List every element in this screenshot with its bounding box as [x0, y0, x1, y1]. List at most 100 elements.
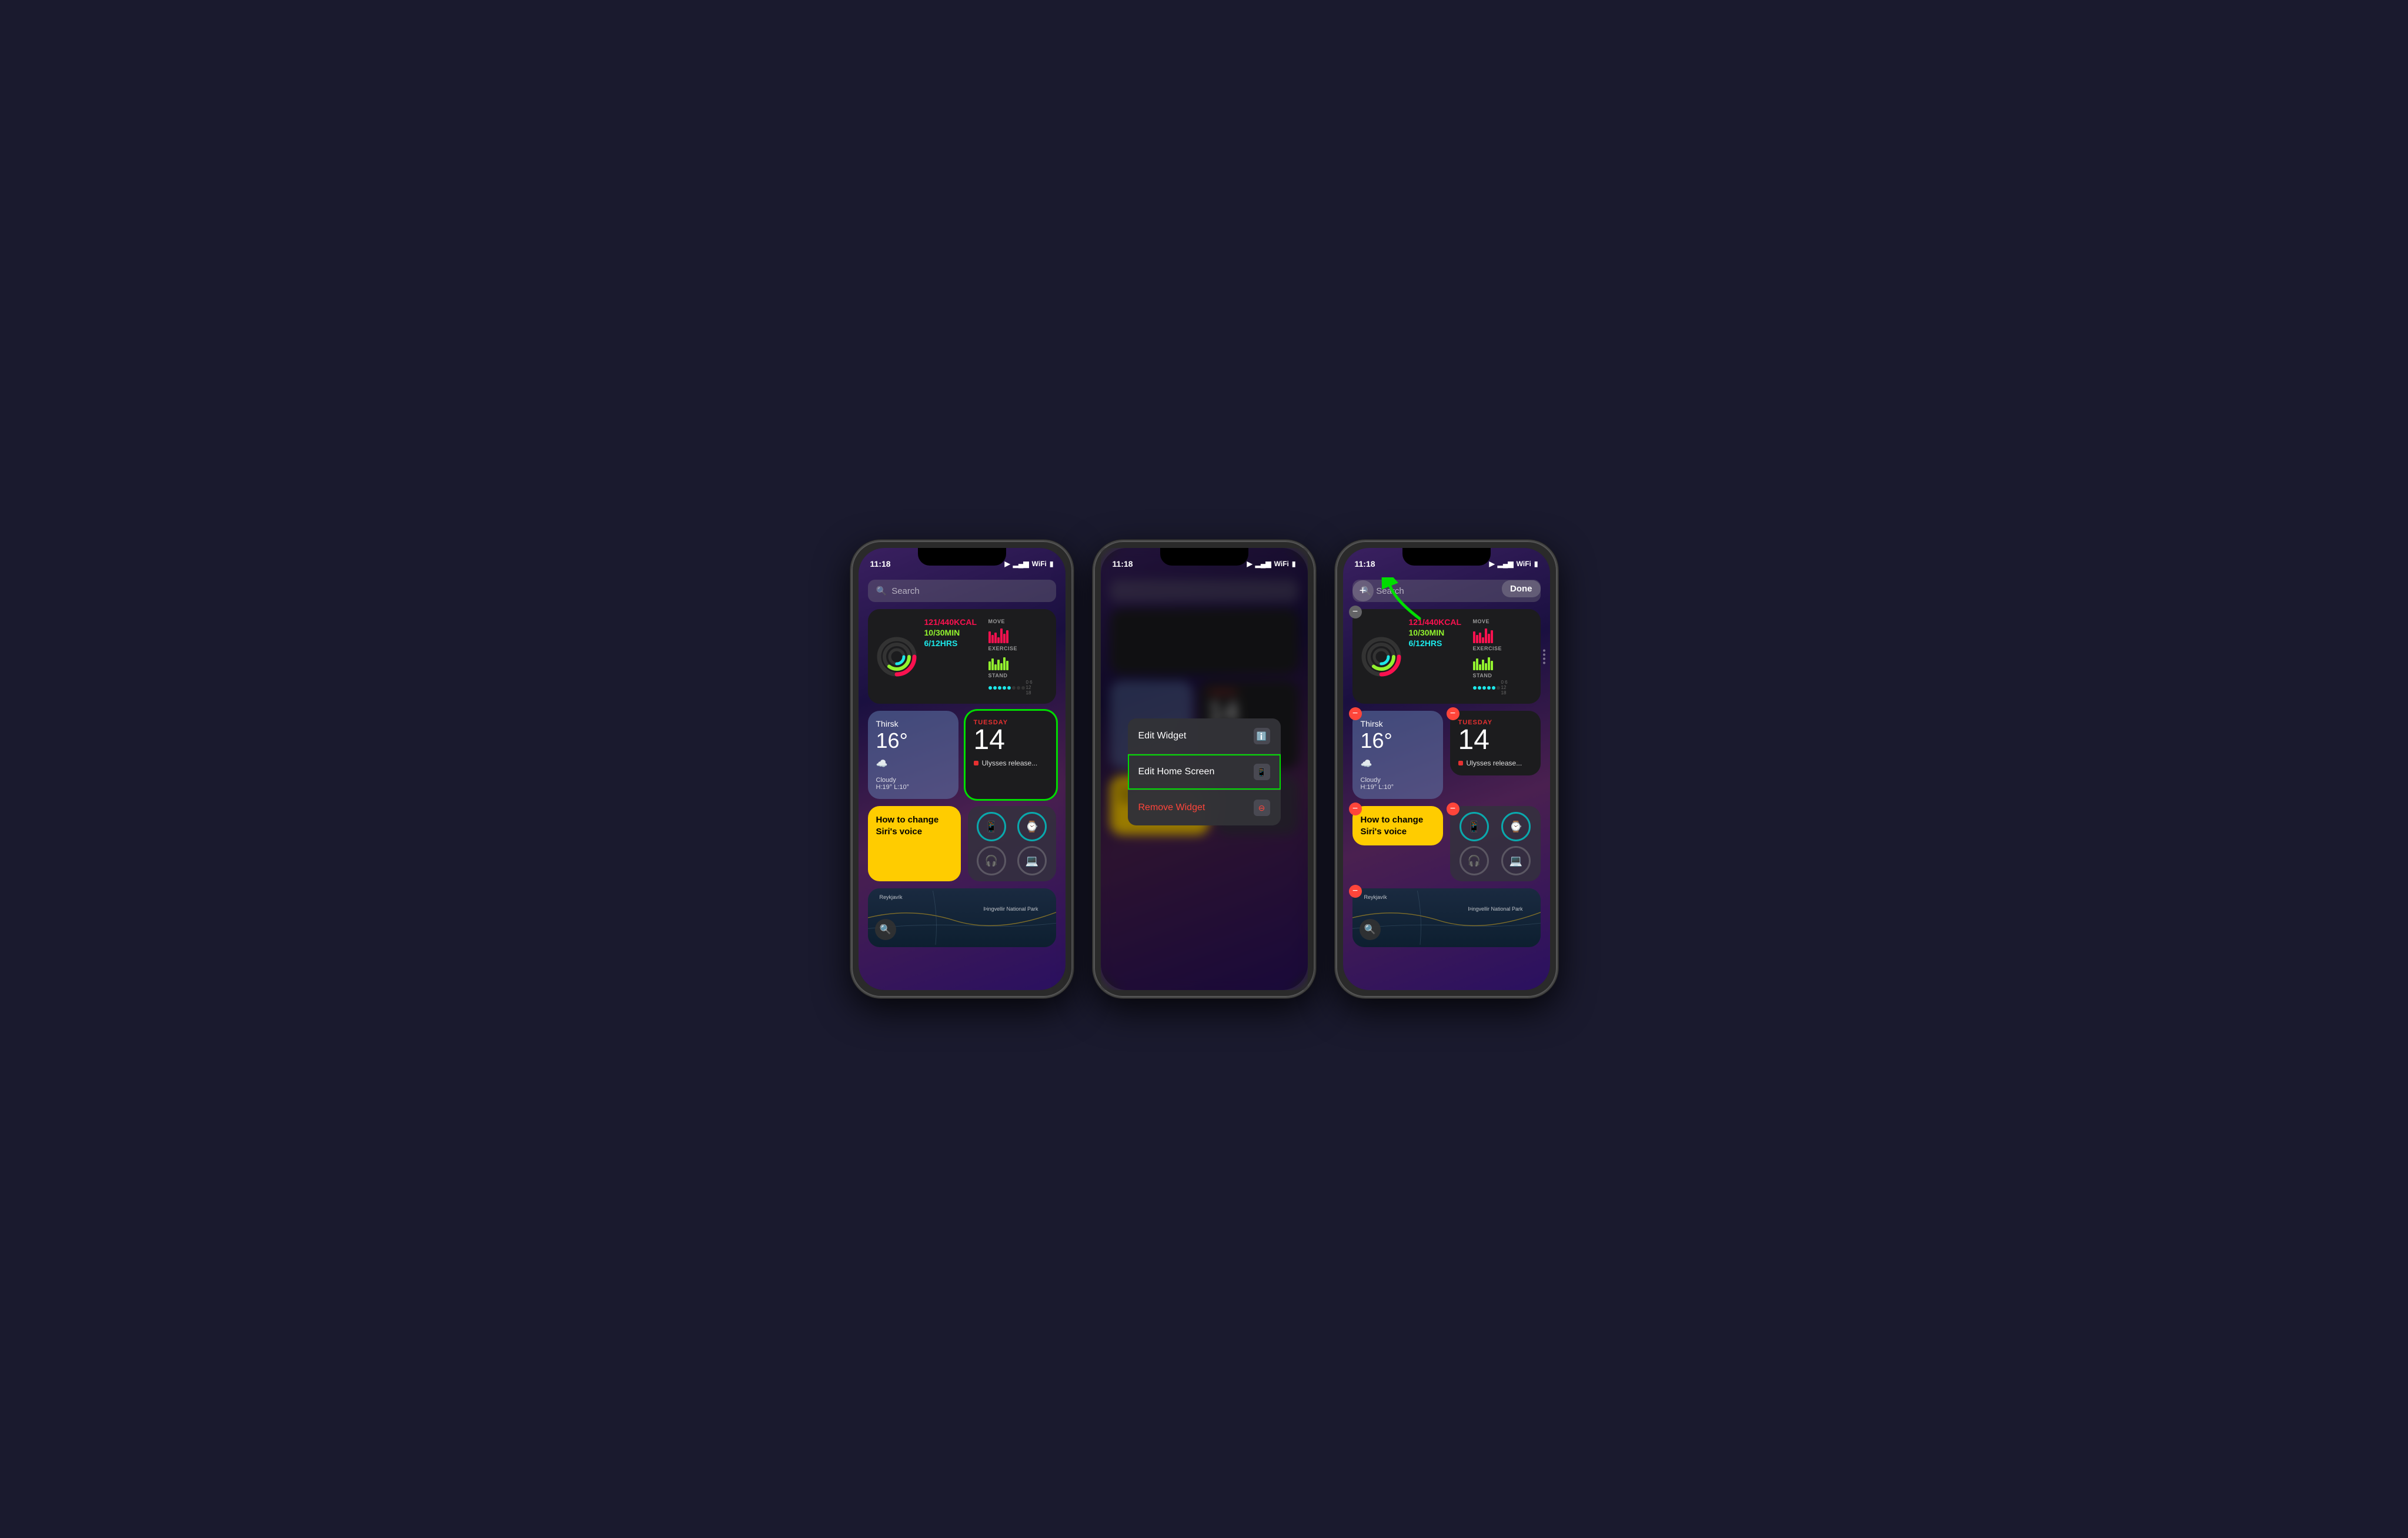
- devices-widget[interactable]: 📱 ⌚ 🎧 💻: [968, 806, 1056, 881]
- bottom-widgets-row-3: − How to change Siri's voice − 📱 ⌚: [1352, 806, 1541, 881]
- search-bar-icon: 🔍: [876, 586, 887, 596]
- weather-remove-badge[interactable]: −: [1349, 707, 1362, 720]
- move-label-3: MOVE: [1473, 618, 1532, 624]
- calendar-widget-phone1[interactable]: TUESDAY 14 Ulysses release...: [966, 711, 1056, 799]
- exercise-chart: [988, 653, 1048, 670]
- mac-circle: 💻: [1017, 846, 1047, 875]
- map-search-button[interactable]: 🔍: [875, 919, 896, 940]
- map-label-city: Reykjavík: [880, 894, 903, 900]
- status-time-3: 11:18: [1355, 559, 1375, 569]
- middle-widgets-row: Thirsk 16° ☁️ Cloudy H:19° L:10° TUESDAY…: [868, 711, 1056, 799]
- plus-button[interactable]: +: [1352, 580, 1374, 601]
- status-icons-2: ▶ ▂▄▆ WiFi ▮: [1247, 560, 1295, 568]
- devices-widget-3[interactable]: 📱 ⌚ 🎧 💻: [1450, 806, 1541, 881]
- devices-remove-badge[interactable]: −: [1447, 803, 1460, 815]
- notch-3: [1402, 548, 1491, 566]
- shortcuts-widget[interactable]: How to change Siri's voice: [868, 806, 961, 881]
- activity-widget[interactable]: 121/440KCAL 10/30MIN 6/12HRS MOVE: [868, 609, 1056, 704]
- notch: [918, 548, 1006, 566]
- shortcuts-wrapper-3: − How to change Siri's voice: [1352, 806, 1443, 881]
- calendar-widget-3[interactable]: TUESDAY 14 Ulysses release...: [1450, 711, 1541, 775]
- battery-icon-2: ▮: [1292, 560, 1296, 568]
- status-icons-3: ▶ ▂▄▆ WiFi ▮: [1489, 560, 1538, 568]
- remove-widget-item[interactable]: Remove Widget ⊖: [1128, 790, 1281, 825]
- exercise-chart-3: [1473, 653, 1532, 670]
- stand-dots-3: 0 6 12 18: [1473, 680, 1532, 696]
- cal-event: Ulysses release...: [974, 759, 1048, 767]
- wifi-icon-2: WiFi: [1274, 560, 1289, 568]
- devices-wrapper-3: − 📱 ⌚ 🎧 💻: [1450, 806, 1541, 881]
- cal-event-text-3: Ulysses release...: [1467, 759, 1522, 767]
- context-menu: Edit Widget ℹ️ Edit Home Screen 📱 Remove…: [1128, 718, 1281, 825]
- bottom-widgets-row: How to change Siri's voice 📱 ⌚ 🎧: [868, 806, 1056, 881]
- weather-range-3: H:19° L:10°: [1361, 784, 1435, 791]
- map-label-park: Þingvellir National Park: [983, 906, 1038, 912]
- battery-icon-3: ▮: [1534, 560, 1538, 568]
- map-widget-3[interactable]: Reykjavík Þingvellir National Park 🔍: [1352, 888, 1541, 947]
- device-watch: ⌚: [1014, 812, 1050, 841]
- phone-1: 11:18 ▶ ▂▄▆ WiFi ▮ 🔍 Search: [850, 540, 1074, 998]
- weather-icon-area: ☁️: [876, 758, 950, 770]
- activity-rings-3: [1361, 636, 1402, 677]
- wifi-icon: WiFi: [1032, 560, 1047, 568]
- move-value: 121/440KCAL: [924, 617, 984, 627]
- map-widget[interactable]: Reykjavík Þingvellir National Park 🔍: [868, 888, 1056, 947]
- activity-stats-3: 121/440KCAL 10/30MIN 6/12HRS MOVE: [1409, 617, 1532, 696]
- stand-label: STAND: [988, 673, 1048, 678]
- location-icon: ▶: [1004, 560, 1010, 568]
- phone-3-screen: 11:18 ▶ ▂▄▆ WiFi ▮ + Done: [1343, 548, 1550, 990]
- device-watch-3: ⌚: [1498, 812, 1535, 841]
- rings-svg-3: [1361, 636, 1402, 677]
- map-remove-badge[interactable]: −: [1349, 885, 1362, 898]
- exercise-value: 10/30MIN: [924, 628, 984, 637]
- map-search-button-3[interactable]: 🔍: [1360, 919, 1381, 940]
- signal-bars-3: ▂▄▆: [1498, 560, 1514, 568]
- stand-value-3: 6/12HRS: [1409, 638, 1468, 648]
- weather-icon-3: ☁️: [1361, 758, 1435, 770]
- device-airpods: 🎧: [974, 846, 1010, 875]
- middle-widgets-row-3: − Thirsk 16° ☁️ Cloudy H:19° L:10° − TUE…: [1352, 711, 1541, 799]
- phone-2-frame: 11:18 ▶ ▂▄▆ WiFi ▮ TUESDAY 14: [1093, 540, 1316, 998]
- status-time: 11:18: [870, 559, 891, 569]
- search-bar[interactable]: 🔍 Search: [868, 580, 1056, 602]
- phone-2: 11:18 ▶ ▂▄▆ WiFi ▮ TUESDAY 14: [1093, 540, 1316, 998]
- device-airpods-3: 🎧: [1456, 846, 1493, 875]
- wifi-icon-3: WiFi: [1517, 560, 1531, 568]
- location-icon-3: ▶: [1489, 560, 1494, 568]
- edit-homescreen-item[interactable]: Edit Home Screen 📱: [1128, 754, 1281, 790]
- weather-widget-3[interactable]: Thirsk 16° ☁️ Cloudy H:19° L:10°: [1352, 711, 1443, 799]
- weather-range: H:19° L:10°: [876, 784, 950, 791]
- status-time-2: 11:18: [1113, 559, 1133, 569]
- mac-circle-3: 💻: [1501, 846, 1531, 875]
- edit-widget-label: Edit Widget: [1138, 731, 1187, 741]
- watch-circle: ⌚: [1017, 812, 1047, 841]
- watch-circle-3: ⌚: [1501, 812, 1531, 841]
- activity-remove-badge[interactable]: −: [1349, 606, 1362, 618]
- map-wrapper-3: − Reykjavík Þingvellir National Park 🔍: [1352, 888, 1541, 947]
- search-bar-placeholder: Search: [891, 586, 920, 596]
- weather-widget[interactable]: Thirsk 16° ☁️ Cloudy H:19° L:10°: [868, 711, 958, 799]
- weather-wrapper-3: − Thirsk 16° ☁️ Cloudy H:19° L:10°: [1352, 711, 1443, 799]
- iphone-circle: 📱: [977, 812, 1006, 841]
- shortcuts-remove-badge[interactable]: −: [1349, 803, 1362, 815]
- location-icon-2: ▶: [1247, 560, 1252, 568]
- shortcuts-title-3: How to change Siri's voice: [1361, 815, 1424, 837]
- exercise-value-3: 10/30MIN: [1409, 628, 1468, 637]
- cal-event-3: Ulysses release...: [1458, 759, 1532, 767]
- plus-icon: +: [1360, 584, 1367, 598]
- signal-bars: ▂▄▆: [1013, 560, 1029, 568]
- widgets-area-3: 🔍 Search −: [1343, 574, 1550, 990]
- calendar-remove-badge[interactable]: −: [1447, 707, 1460, 720]
- activity-rings: [876, 636, 917, 677]
- phone-2-screen: 11:18 ▶ ▂▄▆ WiFi ▮ TUESDAY 14: [1101, 548, 1308, 990]
- shortcuts-widget-3[interactable]: How to change Siri's voice: [1352, 806, 1443, 845]
- edit-widget-item[interactable]: Edit Widget ℹ️: [1128, 718, 1281, 754]
- cal-event-dot: [974, 761, 978, 765]
- widgets-area: 🔍 Search: [859, 574, 1066, 990]
- weather-temp: 16°: [876, 728, 950, 753]
- move-chart-3: [1473, 626, 1532, 643]
- activity-stats: 121/440KCAL 10/30MIN 6/12HRS MOVE: [924, 617, 1048, 696]
- done-button[interactable]: Done: [1502, 580, 1541, 597]
- status-icons: ▶ ▂▄▆ WiFi ▮: [1004, 560, 1053, 568]
- iphone-circle-3: 📱: [1460, 812, 1489, 841]
